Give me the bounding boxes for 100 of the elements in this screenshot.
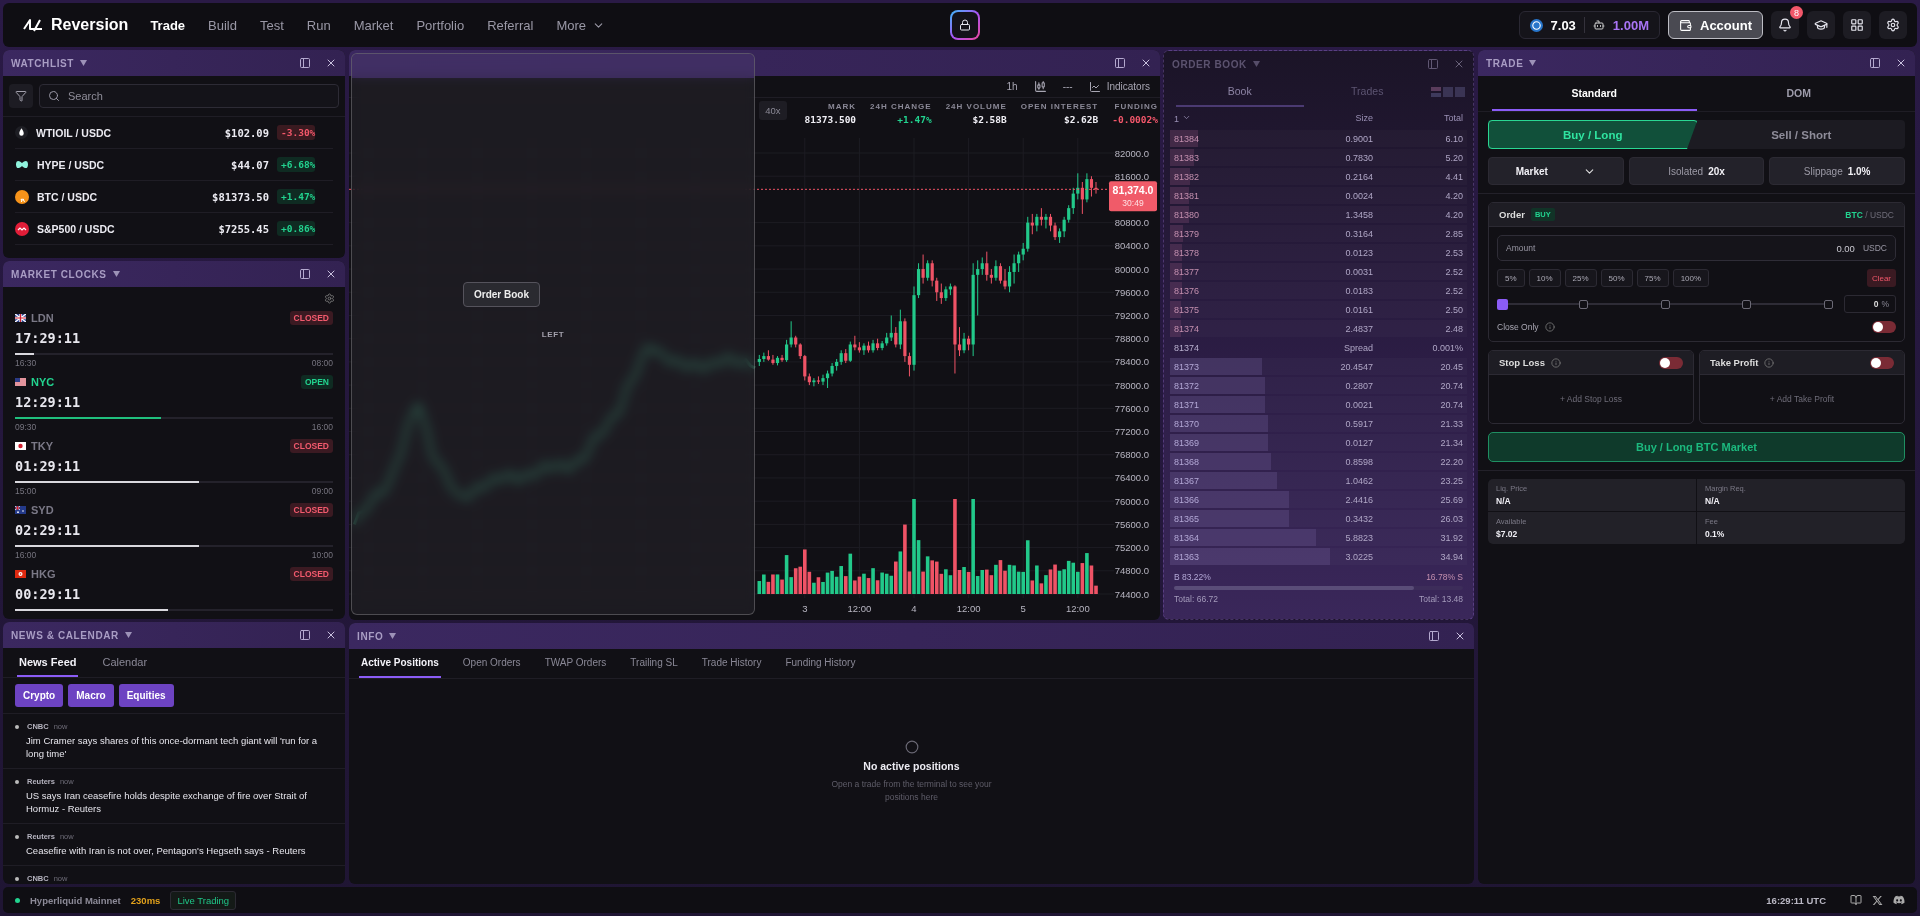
percent-button[interactable]: 75%: [1636, 269, 1669, 287]
add-protection-link[interactable]: + Add Stop Loss: [1489, 375, 1693, 423]
info-tab[interactable]: Trade History: [699, 649, 764, 678]
time-tick: 12:00: [956, 603, 981, 614]
order-total: 20.45: [1439, 361, 1463, 372]
amount-field[interactable]: Amount 0.00 USDC: [1497, 235, 1896, 261]
notifications-button[interactable]: [1771, 11, 1799, 39]
price-tick: 74800.0: [1114, 565, 1149, 577]
percent-button[interactable]: 25%: [1564, 269, 1597, 287]
settings-button[interactable]: [1879, 11, 1907, 39]
info-tab[interactable]: Open Orders: [460, 649, 523, 678]
order-size: 0.2164: [1344, 171, 1373, 182]
order-total: 6.10: [1444, 133, 1463, 144]
slider-thumb[interactable]: [1497, 298, 1508, 310]
market-city: NYC: [31, 376, 56, 388]
learn-button[interactable]: [1807, 11, 1835, 39]
order-book-tab[interactable]: Book: [1176, 77, 1304, 107]
indicators-button[interactable]: Indicators: [1088, 80, 1150, 93]
filter-button[interactable]: [9, 84, 33, 108]
watchlist-row[interactable]: S&P500 / USDC $7255.45 +0.86%: [15, 213, 333, 245]
panel-layout-icon[interactable]: [299, 629, 311, 641]
info-tab[interactable]: Trailing SL: [628, 649, 680, 678]
percent-button[interactable]: 5%: [1497, 269, 1525, 287]
discord-icon[interactable]: [1893, 894, 1905, 906]
caret-icon[interactable]: [80, 60, 87, 66]
line-style-button[interactable]: ---: [1062, 81, 1073, 92]
layout-button[interactable]: [1843, 11, 1871, 39]
caret-icon[interactable]: [1529, 60, 1537, 66]
news-headline[interactable]: Jim Cramer says shares of this once-dormant tech giant will 'run for a long time': [26, 734, 333, 760]
drag-preview[interactable]: Order Book LEFT: [351, 53, 755, 615]
slider-step-icon[interactable]: [1579, 299, 1588, 309]
x-logo-icon[interactable]: [1872, 894, 1883, 906]
filter-chip[interactable]: Crypto: [15, 684, 64, 707]
nav-link[interactable]: Trade: [150, 17, 186, 33]
app-button[interactable]: [950, 10, 980, 40]
margin-mode-button[interactable]: Isolated 20x: [1628, 157, 1765, 185]
filter-chip[interactable]: Equities: [118, 684, 174, 707]
news-headline[interactable]: US says Iran ceasefire holds despite exchange of fire over Strait of Hormuz - Reuters: [26, 789, 333, 815]
line-chart-icon: [1088, 80, 1101, 93]
close-icon[interactable]: [1454, 630, 1466, 642]
protection-switch[interactable]: [1659, 356, 1683, 369]
percent-field[interactable]: 0 %: [1844, 295, 1896, 313]
nav-link[interactable]: Build: [208, 17, 237, 33]
info-tab[interactable]: Funding History: [783, 649, 858, 678]
price-tick: 75200.0: [1114, 542, 1149, 554]
close-icon[interactable]: [1895, 57, 1907, 69]
trade-tab[interactable]: DOM: [1696, 76, 1901, 111]
caret-icon[interactable]: [124, 632, 132, 638]
order-type-dropdown[interactable]: Market: [1488, 157, 1624, 185]
nav-link[interactable]: Market: [353, 17, 394, 33]
slider-step-icon[interactable]: [1823, 299, 1833, 309]
news-tab[interactable]: Calendar: [100, 648, 150, 677]
close-icon[interactable]: [1140, 57, 1152, 69]
panel-layout-icon[interactable]: [299, 57, 311, 69]
logo-icon: [23, 18, 43, 32]
filter-chip[interactable]: Macro: [68, 684, 114, 707]
info-tab[interactable]: Active Positions: [359, 649, 441, 678]
candlestick-icon[interactable]: [1033, 80, 1047, 93]
slippage-button[interactable]: Slippage 1.0%: [1769, 157, 1905, 185]
close-icon[interactable]: [325, 57, 337, 69]
panel-layout-icon[interactable]: [1428, 630, 1440, 642]
slider-step-icon[interactable]: [1660, 299, 1670, 309]
price-grouping[interactable]: 1: [1174, 112, 1283, 124]
nav-link[interactable]: Test: [260, 17, 284, 33]
panel-layout-icon[interactable]: [1869, 57, 1881, 69]
nav-link[interactable]: Run: [306, 17, 331, 33]
panel-layout-icon[interactable]: [1114, 57, 1126, 69]
percent-button[interactable]: 10%: [1528, 269, 1561, 287]
close-icon[interactable]: [325, 268, 337, 280]
news-tab[interactable]: News Feed: [17, 648, 79, 677]
side-toggle-button[interactable]: Buy / Long: [1488, 120, 1698, 149]
watchlist-row[interactable]: HYPE / USDC $44.07 +6.68%: [15, 149, 333, 181]
account-button[interactable]: Account: [1668, 11, 1763, 39]
price-tick: 79600.0: [1114, 286, 1149, 298]
add-protection-link[interactable]: + Add Take Profit: [1700, 375, 1904, 423]
stat-value: 81373.500: [804, 113, 857, 125]
nav-link[interactable]: Referral: [487, 17, 534, 33]
bid-price: 81370: [1174, 418, 1201, 429]
caret-icon[interactable]: [389, 633, 397, 639]
submit-order-button[interactable]: Buy / Long BTC Market: [1488, 432, 1905, 462]
docs-icon[interactable]: [1850, 894, 1862, 906]
panel-layout-icon[interactable]: [299, 268, 311, 280]
percent-button[interactable]: 100%: [1672, 269, 1710, 287]
trade-tab[interactable]: Standard: [1492, 76, 1697, 111]
protection-switch[interactable]: [1870, 356, 1894, 369]
close-icon[interactable]: [325, 629, 337, 641]
percent-button[interactable]: 50%: [1600, 269, 1633, 287]
caret-icon[interactable]: [112, 271, 120, 277]
search-field[interactable]: Search: [39, 84, 339, 108]
nav-link[interactable]: Portfolio: [416, 17, 465, 33]
settings-icon[interactable]: [324, 292, 335, 304]
nav-link[interactable]: More: [556, 17, 605, 33]
side-toggle-button[interactable]: Sell / Short: [1697, 120, 1905, 149]
close-only-switch[interactable]: [1872, 321, 1896, 333]
watchlist-row[interactable]: WTIOIL / USDC $102.09 -3.30%: [15, 117, 333, 149]
timeframe-button[interactable]: 1h: [1006, 81, 1018, 92]
info-tab[interactable]: TWAP Orders: [542, 649, 609, 678]
news-headline[interactable]: Ceasefire with Iran is not over, Pentagon's Hegseth says - Reuters: [26, 844, 333, 857]
clear-button[interactable]: Clear: [1866, 269, 1896, 287]
slider-step-icon[interactable]: [1742, 299, 1751, 309]
